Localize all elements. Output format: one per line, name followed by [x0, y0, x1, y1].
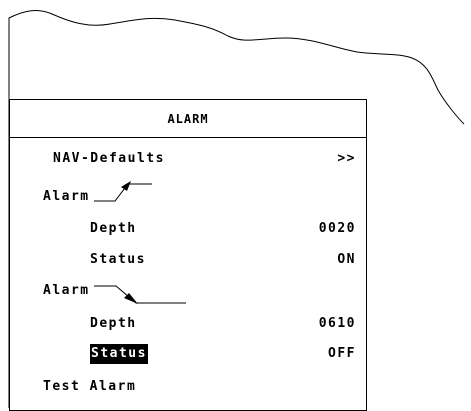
menu-item-alarm-deep[interactable]: Alarm	[10, 281, 366, 301]
menu-item-label: Depth	[90, 221, 137, 236]
menu-item-depth-shallow[interactable]: Depth 0020	[10, 219, 366, 239]
menu-item-test-alarm[interactable]: Test Alarm	[10, 377, 366, 397]
depth-value: 0610	[318, 316, 356, 331]
menu-item-nav-defaults[interactable]: NAV-Defaults >>	[10, 149, 366, 169]
menu-title: ALARM	[10, 100, 366, 138]
menu-item-label: NAV-Defaults	[53, 151, 165, 166]
arrow-down-right-icon	[94, 285, 186, 304]
menu-item-label: Test Alarm	[43, 379, 137, 394]
menu-item-label: Status	[90, 252, 146, 267]
arrow-up-right-icon	[94, 181, 152, 202]
menu-item-status-shallow[interactable]: Status ON	[10, 250, 366, 270]
menu-item-alarm-shallow[interactable]: Alarm	[10, 187, 366, 207]
menu-item-depth-deep[interactable]: Depth 0610	[10, 314, 366, 334]
status-value: ON	[337, 252, 356, 267]
menu-item-label: Depth	[90, 316, 137, 331]
menu-item-label: Alarm	[43, 283, 90, 298]
submenu-indicator: >>	[337, 151, 356, 166]
alarm-menu-panel: ALARM NAV-Defaults >> Alarm Depth 0020 S…	[9, 99, 367, 411]
menu-item-status-deep[interactable]: Status OFF	[10, 344, 366, 364]
status-value: OFF	[328, 346, 356, 361]
depth-value: 0020	[318, 221, 356, 236]
selected-menu-item-label: Status	[90, 344, 148, 364]
menu-item-label: Alarm	[43, 189, 90, 204]
